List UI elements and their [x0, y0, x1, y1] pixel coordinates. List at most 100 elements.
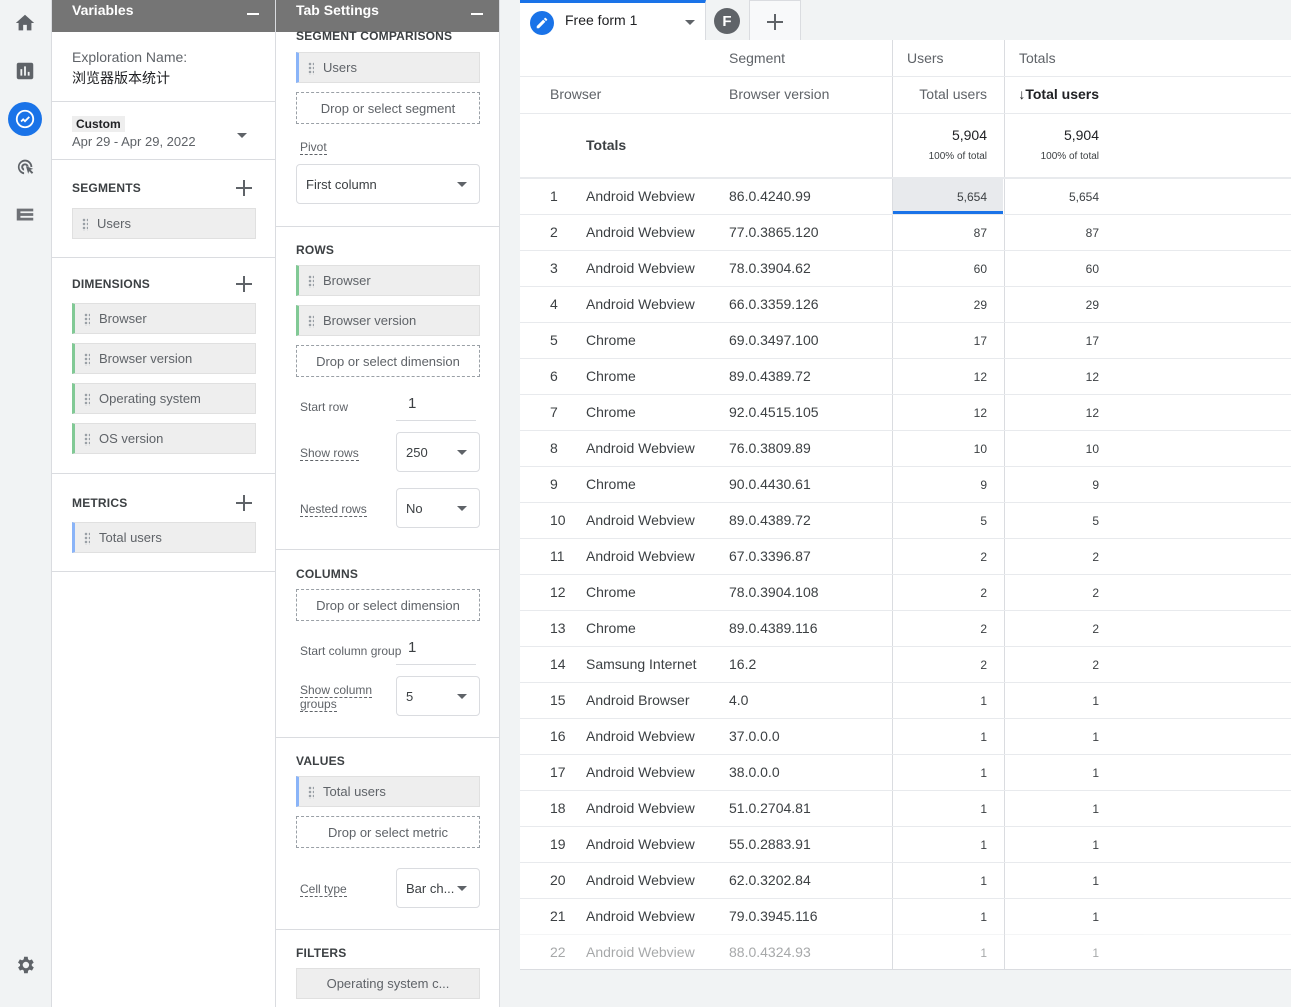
tab-freeform-2[interactable]: F — [714, 8, 740, 34]
advertising-icon[interactable] — [8, 150, 42, 184]
segment-chip[interactable]: Users — [72, 208, 256, 239]
table-row[interactable]: 10 Android Webview 89.0.4389.72 5 5 — [520, 502, 1291, 538]
value-chip-total-users[interactable]: Total users — [296, 776, 480, 807]
table-row[interactable]: 17 Android Webview 38.0.0.0 1 1 — [520, 754, 1291, 790]
drag-handle-icon[interactable] — [84, 433, 90, 446]
collapse-icon[interactable] — [247, 13, 259, 15]
table-row[interactable]: 22 Android Webview 88.0.4324.93 1 1 — [520, 934, 1291, 969]
drag-handle-icon[interactable] — [308, 315, 314, 328]
drag-handle-icon[interactable] — [308, 62, 314, 75]
add-metric-icon[interactable] — [236, 495, 252, 511]
gear-icon[interactable] — [8, 948, 42, 982]
nested-rows-select[interactable]: No — [396, 488, 480, 528]
browser-cell: Android Webview — [586, 188, 695, 204]
cell-type-select[interactable]: Bar ch... — [396, 868, 480, 908]
browser-cell: Android Webview — [586, 440, 695, 456]
table-row[interactable]: 14 Samsung Internet 16.2 2 2 — [520, 646, 1291, 682]
tab-menu-chevron-icon[interactable] — [685, 20, 695, 25]
row-number: 20 — [550, 872, 566, 888]
browser-column-header[interactable]: Browser — [550, 86, 601, 102]
browser-version-cell: 89.0.4389.116 — [729, 620, 818, 636]
drag-handle-icon[interactable] — [308, 275, 314, 288]
drag-handle-icon[interactable] — [308, 786, 314, 799]
dimension-chip-operating-system[interactable]: Operating system — [72, 383, 256, 414]
show-column-groups-select[interactable]: 5 — [396, 676, 480, 716]
users-cell: 2 — [980, 658, 987, 672]
table-row[interactable]: 19 Android Webview 55.0.2883.91 1 1 — [520, 826, 1291, 862]
nav-rail — [0, 0, 52, 1007]
table-row[interactable]: 13 Chrome 89.0.4389.116 2 2 — [520, 610, 1291, 646]
ga4-exploration-app: Variables Exploration Name: 浏览器版本统计 Cust… — [0, 0, 1291, 1007]
configure-icon[interactable] — [8, 198, 42, 232]
table-row[interactable]: 12 Chrome 78.0.3904.108 2 2 — [520, 574, 1291, 610]
drag-handle-icon[interactable] — [84, 353, 90, 366]
table-row[interactable]: 21 Android Webview 79.0.3945.116 1 1 — [520, 898, 1291, 934]
table-row[interactable]: 20 Android Webview 62.0.3202.84 1 1 — [520, 862, 1291, 898]
table-row[interactable]: 18 Android Webview 51.0.2704.81 1 1 — [520, 790, 1291, 826]
users-cell: 10 — [973, 442, 987, 456]
drag-handle-icon[interactable] — [84, 313, 90, 326]
date-dropdown-icon[interactable] — [237, 133, 247, 138]
table-row[interactable]: 2 Android Webview 77.0.3865.120 87 87 — [520, 214, 1291, 250]
total-users-cell: 12 — [1085, 406, 1099, 420]
segments-title: SEGMENTS — [72, 181, 141, 195]
drop-metric-zone[interactable]: Drop or select metric — [296, 816, 480, 848]
add-dimension-icon[interactable] — [236, 276, 252, 292]
row-chip-browser-version[interactable]: Browser version — [296, 305, 480, 336]
browser-cell: Android Webview — [586, 728, 695, 744]
table-row[interactable]: 7 Chrome 92.0.4515.105 12 12 — [520, 394, 1291, 430]
segment-comparison-chip[interactable]: Users — [296, 52, 480, 83]
plus-icon — [767, 14, 783, 30]
home-icon[interactable] — [8, 6, 42, 40]
totals-segment-header: Totals — [1019, 50, 1056, 66]
drop-row-dimension-zone[interactable]: Drop or select dimension — [296, 345, 480, 377]
pivot-select[interactable]: First column — [296, 164, 480, 204]
drag-handle-icon[interactable] — [82, 218, 88, 231]
browser-version-column-header[interactable]: Browser version — [729, 86, 829, 102]
columns-title: COLUMNS — [296, 567, 359, 581]
explore-icon[interactable] — [8, 102, 42, 136]
table-row[interactable]: 4 Android Webview 66.0.3359.126 29 29 — [520, 286, 1291, 322]
browser-version-cell: 66.0.3359.126 — [729, 296, 819, 312]
filter-chip[interactable]: Operating system c... — [296, 968, 480, 999]
add-segment-icon[interactable] — [236, 180, 252, 196]
total-users-column-header[interactable]: Total users — [919, 86, 987, 102]
total-users-cell: 1 — [1092, 838, 1099, 852]
table-row[interactable]: 6 Chrome 89.0.4389.72 12 12 — [520, 358, 1291, 394]
start-row-input[interactable]: 1 — [396, 395, 476, 421]
reports-icon[interactable] — [8, 54, 42, 88]
total-users-sorted-header[interactable]: ↓Total users — [1018, 86, 1099, 102]
total-users-cell: 2 — [1092, 658, 1099, 672]
collapse-icon[interactable] — [471, 13, 483, 15]
table-row[interactable]: 15 Android Browser 4.0 1 1 — [520, 682, 1291, 718]
table-row[interactable]: 3 Android Webview 78.0.3904.62 60 60 — [520, 250, 1291, 286]
drag-handle-icon[interactable] — [84, 393, 90, 406]
row-chip-browser[interactable]: Browser — [296, 265, 480, 296]
date-range-section[interactable]: Custom Apr 29 - Apr 29, 2022 — [52, 102, 275, 160]
table-row[interactable]: 9 Chrome 90.0.4430.61 9 9 — [520, 466, 1291, 502]
free-form-table: Segment Users Totals Browser Browser ver… — [520, 40, 1291, 970]
segment-chip-label: Users — [97, 216, 131, 231]
exploration-name-input[interactable]: 浏览器版本统计 — [72, 68, 170, 88]
table-row[interactable]: 5 Chrome 69.0.3497.100 17 17 — [520, 322, 1291, 358]
drag-handle-icon[interactable] — [84, 532, 90, 545]
dimension-chip-browser-version[interactable]: Browser version — [72, 343, 256, 374]
tab-label: Free form 1 — [565, 12, 638, 28]
drop-column-dimension-zone[interactable]: Drop or select dimension — [296, 589, 480, 621]
show-rows-select[interactable]: 250 — [396, 432, 480, 472]
table-row[interactable]: 16 Android Webview 37.0.0.0 1 1 — [520, 718, 1291, 754]
drop-segment-zone[interactable]: Drop or select segment — [296, 92, 480, 124]
dimension-chip-os-version[interactable]: OS version — [72, 423, 256, 454]
dimension-chip-browser[interactable]: Browser — [72, 303, 256, 334]
browser-version-cell: 89.0.4389.72 — [729, 368, 811, 384]
add-tab-button[interactable] — [749, 0, 801, 40]
table-row[interactable]: 8 Android Webview 76.0.3809.89 10 10 — [520, 430, 1291, 466]
table-row[interactable]: 1 Android Webview 86.0.4240.99 5,654 5,654 — [520, 178, 1291, 214]
metric-chip-total-users[interactable]: Total users — [72, 522, 256, 553]
tab-free-form-1[interactable]: Free form 1 — [520, 0, 706, 40]
start-column-group-input[interactable]: 1 — [396, 639, 476, 665]
chevron-down-icon — [457, 182, 467, 187]
table-row[interactable]: 11 Android Webview 67.0.3396.87 2 2 — [520, 538, 1291, 574]
total-users-cell: 1 — [1092, 766, 1099, 780]
browser-version-cell: 90.0.4430.61 — [729, 476, 811, 492]
